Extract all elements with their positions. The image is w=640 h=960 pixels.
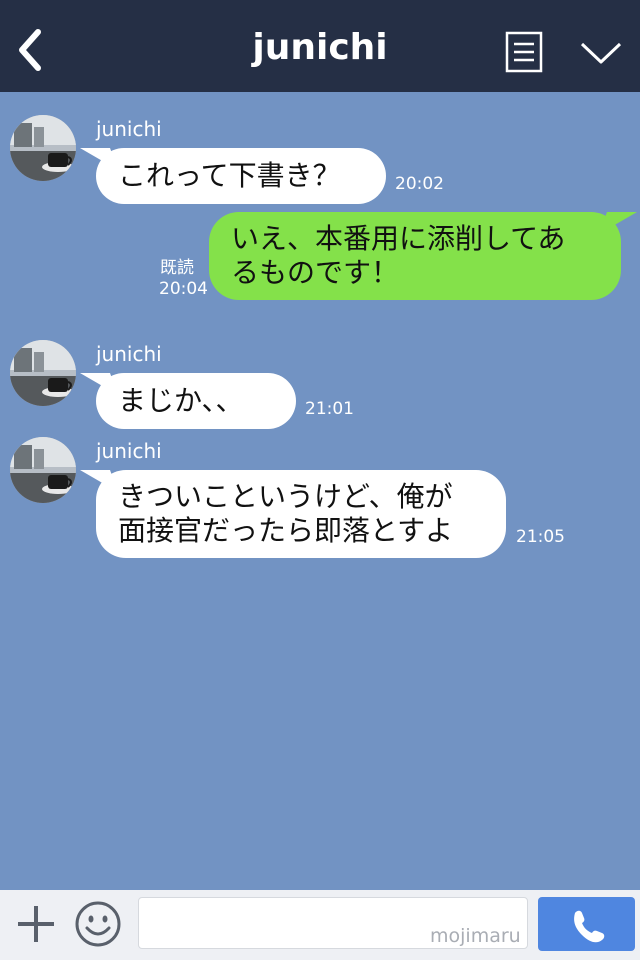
- chat-header: junichi: [0, 0, 640, 92]
- chevron-left-icon: [19, 29, 41, 71]
- message-bubble[interactable]: まじか、、: [96, 373, 296, 429]
- message-text-line: きついこというけど、俺が: [118, 480, 453, 513]
- plus-icon: [18, 906, 54, 942]
- add-button[interactable]: [14, 902, 58, 946]
- message-time: 20:02: [395, 174, 444, 194]
- message-text: これって下書き？: [118, 159, 341, 192]
- coffee-cup-photo-icon: [10, 340, 76, 406]
- sender-name: junichi: [96, 117, 162, 141]
- sender-name: junichi: [96, 342, 162, 366]
- phone-icon: [574, 910, 605, 943]
- list-menu-icon: [505, 31, 543, 73]
- back-button[interactable]: [10, 20, 54, 74]
- read-receipt: 既読: [160, 258, 194, 278]
- chat-title: junichi: [252, 27, 388, 68]
- coffee-cup-photo-icon: [10, 115, 76, 181]
- chevron-down-icon: [580, 42, 622, 64]
- collapse-button[interactable]: [578, 34, 624, 74]
- avatar[interactable]: [10, 115, 76, 181]
- message-text-line: いえ、本番用に添削してあ: [231, 222, 566, 255]
- message-text-line: るものです！: [231, 256, 400, 289]
- call-button[interactable]: [538, 897, 635, 951]
- message-time: 21:05: [516, 527, 565, 547]
- avatar[interactable]: [10, 340, 76, 406]
- emoji-button[interactable]: [74, 900, 122, 948]
- watermark: mojimaru: [430, 925, 521, 947]
- message-bubble[interactable]: きついこというけど、俺が 面接官だったら即落とすよ: [96, 470, 506, 558]
- message-bubble[interactable]: これって下書き？: [96, 148, 386, 204]
- coffee-cup-photo-icon: [10, 437, 76, 503]
- message-time: 20:04: [159, 279, 208, 299]
- smiley-icon: [75, 901, 121, 947]
- message-text: まじか、、: [118, 384, 244, 417]
- avatar[interactable]: [10, 437, 76, 503]
- message-time: 21:01: [305, 399, 354, 419]
- menu-button[interactable]: [504, 30, 544, 74]
- sender-name: junichi: [96, 439, 162, 463]
- message-bubble[interactable]: いえ、本番用に添削してあ るものです！: [209, 212, 621, 300]
- message-text-line: 面接官だったら即落とすよ: [118, 514, 454, 547]
